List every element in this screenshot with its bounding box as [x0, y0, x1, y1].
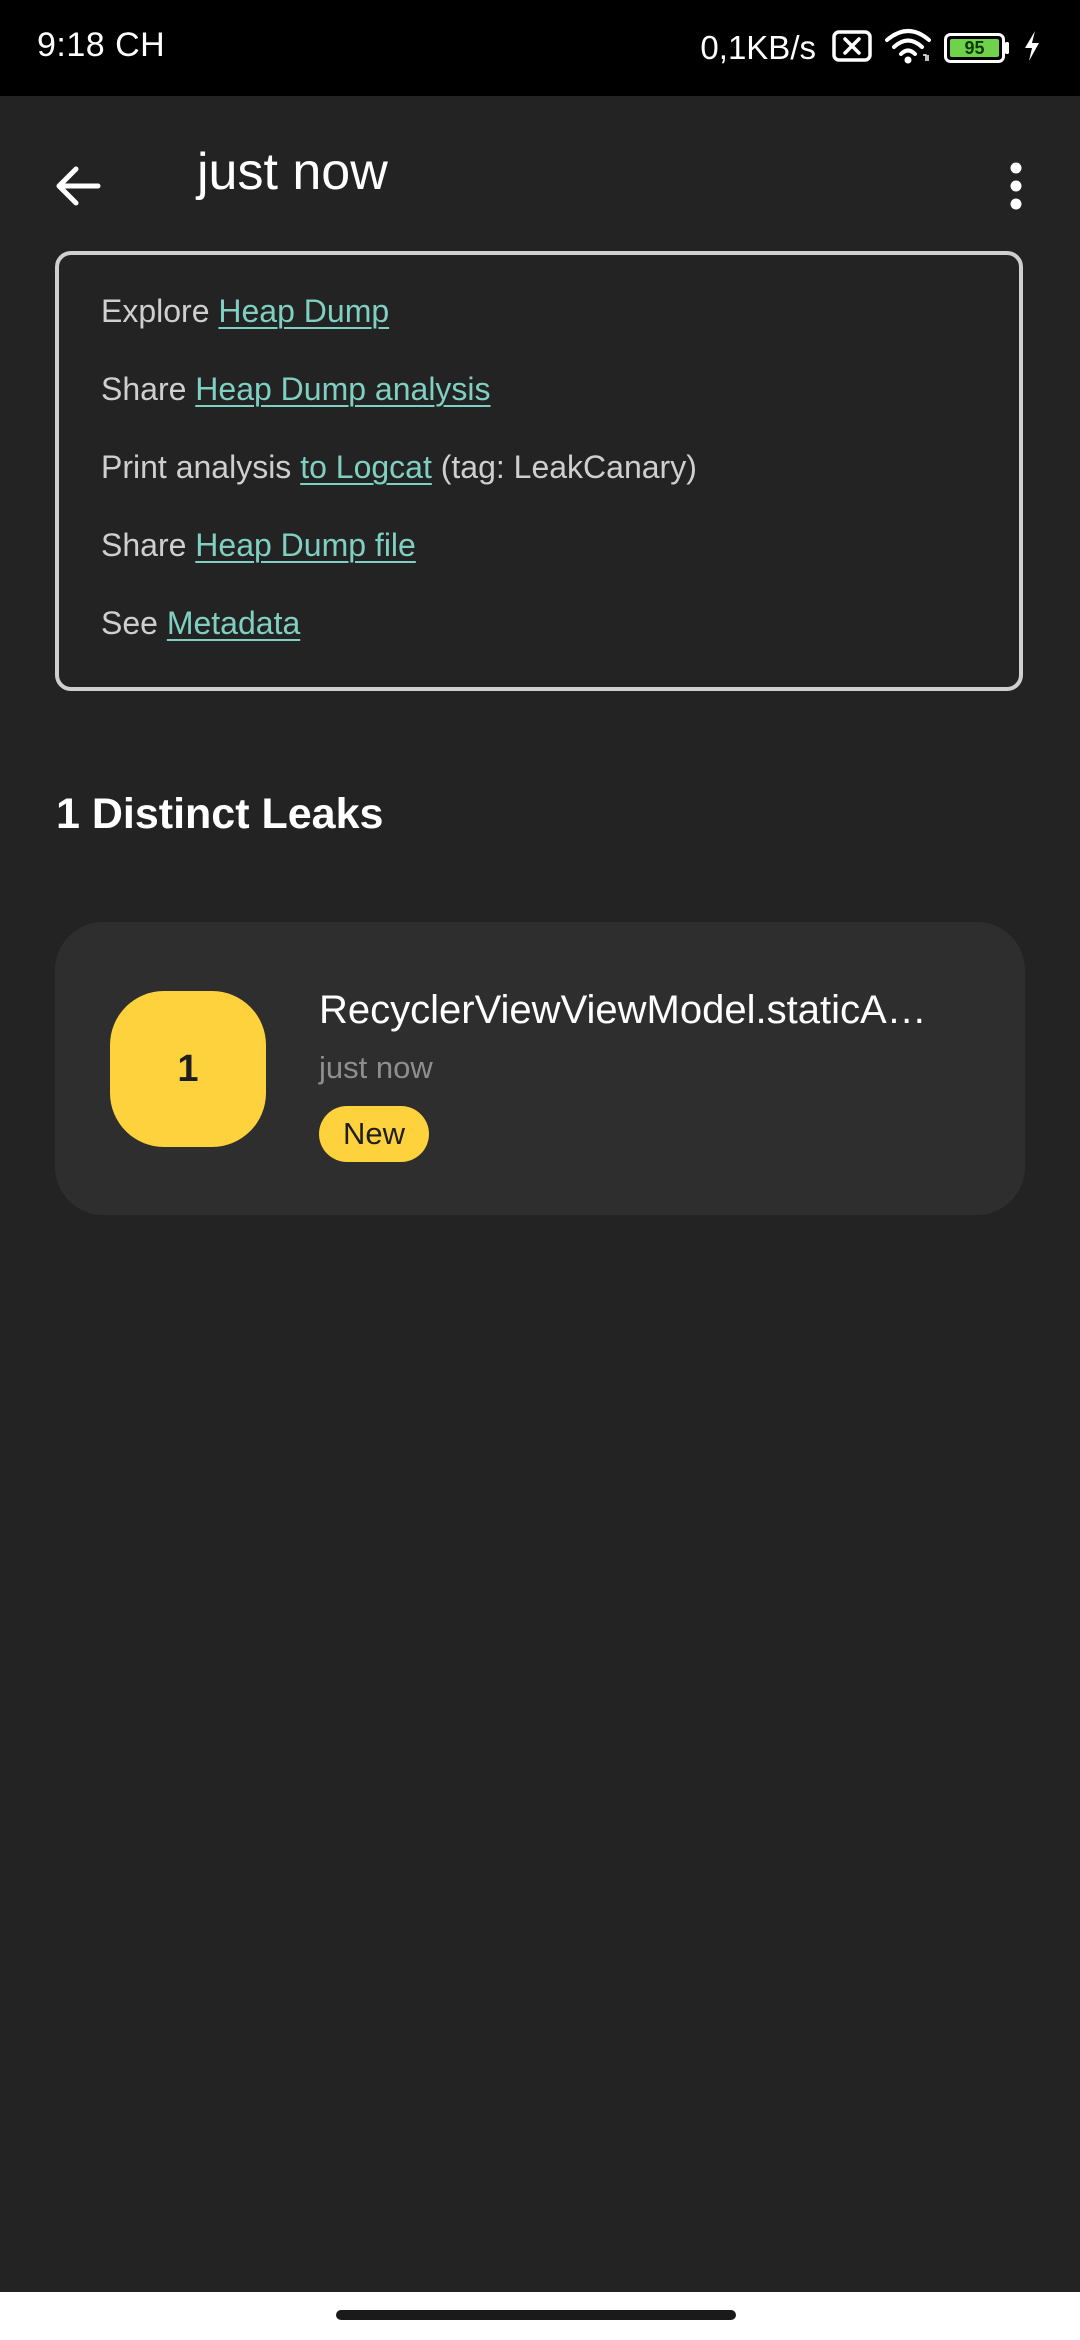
toolbar: just now	[0, 96, 1080, 256]
more-vert-icon	[1010, 162, 1022, 210]
status-icons: 0,1KB/s 95	[700, 22, 1042, 74]
see-metadata-row: See Metadata	[101, 605, 300, 642]
share-heap-dump-file-link[interactable]: Heap Dump file	[195, 527, 416, 563]
battery-level: 95	[964, 38, 985, 58]
explore-heap-dump-row: Explore Heap Dump	[101, 293, 389, 330]
page-title: just now	[197, 143, 388, 201]
status-time: 9:18 CH	[37, 26, 166, 64]
leak-detail-screen: just now Explore Heap Dump Share Heap Du…	[0, 96, 1080, 2292]
network-speed: 0,1KB/s	[700, 29, 816, 66]
gesture-navigation-bar	[0, 2292, 1080, 2340]
row-prefix: Explore	[101, 293, 219, 329]
share-analysis-row: Share Heap Dump analysis	[101, 371, 491, 408]
back-button[interactable]	[38, 146, 118, 226]
print-to-logcat-link[interactable]: to Logcat	[300, 449, 432, 485]
heap-dump-actions-card: Explore Heap Dump Share Heap Dump analys…	[55, 251, 1023, 691]
distinct-leaks-heading: 1 Distinct Leaks	[56, 790, 384, 838]
row-suffix: (tag: LeakCanary)	[431, 449, 697, 485]
charging-icon	[1022, 30, 1042, 67]
row-prefix: Share	[101, 371, 196, 407]
leak-title: RecyclerViewViewModel.staticA…	[319, 988, 927, 1032]
wifi-icon	[884, 27, 932, 70]
arrow-left-icon	[56, 166, 101, 206]
explore-heap-dump-link[interactable]: Heap Dump	[218, 293, 389, 329]
status-bar: 9:18 CH 0,1KB/s 95	[0, 0, 1080, 96]
sim-no-signal-icon	[832, 29, 872, 68]
share-heap-dump-analysis-link[interactable]: Heap Dump analysis	[195, 371, 490, 407]
row-prefix: Print analysis	[101, 449, 301, 485]
print-analysis-row: Print analysis to Logcat (tag: LeakCanar…	[101, 449, 697, 486]
row-prefix: See	[101, 605, 167, 641]
see-metadata-link[interactable]: Metadata	[167, 605, 300, 641]
battery-icon: 95	[944, 32, 1010, 64]
leak-timestamp: just now	[319, 1050, 433, 1085]
overflow-menu-button[interactable]	[976, 146, 1056, 226]
row-prefix: Share	[101, 527, 196, 563]
new-badge: New	[319, 1106, 430, 1162]
leak-list-item[interactable]: 1 RecyclerViewViewModel.staticA… just no…	[55, 922, 1025, 1215]
share-heap-dump-file-row: Share Heap Dump file	[101, 527, 416, 564]
home-indicator[interactable]	[336, 2310, 736, 2320]
leak-count-badge: 1	[110, 991, 266, 1147]
